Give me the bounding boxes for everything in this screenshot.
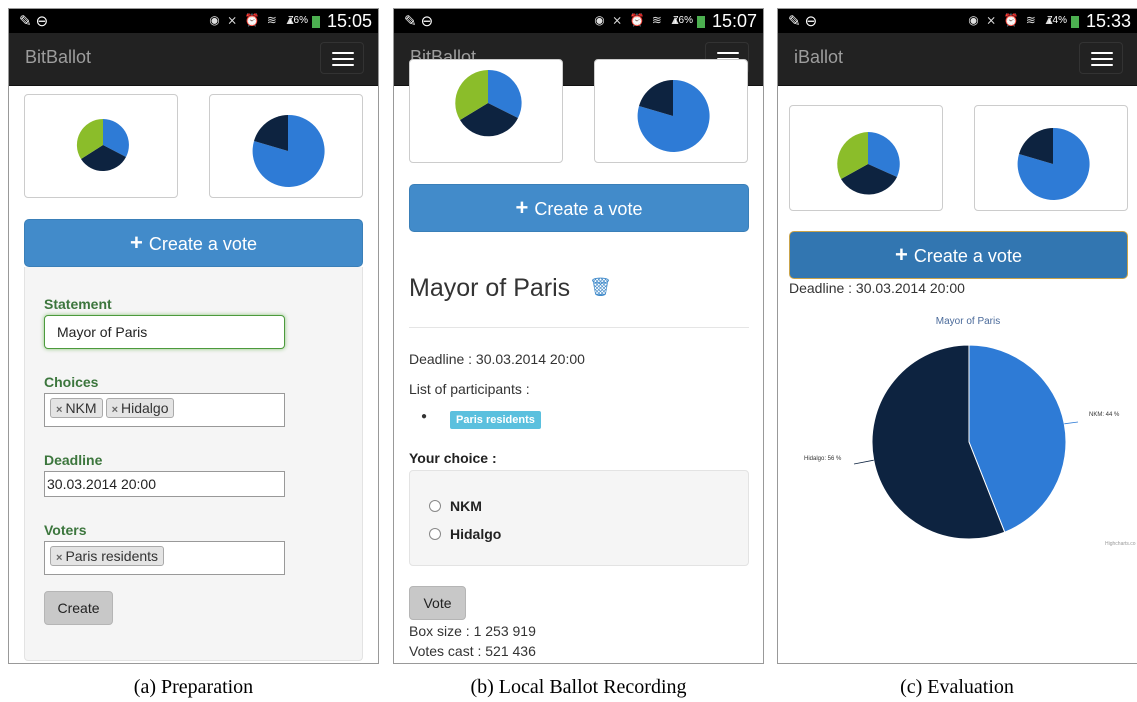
status-bar: ✎⊖ ◉ ⨯ ⏰ ≋ ▲ 74% 15:33 (778, 9, 1137, 33)
option-nkm-label[interactable]: NKM (450, 498, 482, 514)
create-button[interactable]: Create (44, 591, 113, 625)
chart-title: Mayor of Paris (935, 316, 1001, 327)
pencil-icon: ✎⊖ (404, 13, 438, 30)
battery-percent: 76% (287, 15, 308, 26)
status-icons: ◉ ⨯ ⏰ ≋ ▲ (968, 13, 1057, 27)
menu-icon[interactable] (320, 42, 364, 74)
choices-label: Choices (44, 374, 99, 390)
statement-input[interactable]: Mayor of Paris (44, 315, 285, 349)
choice-tag-nkm: × NKM (50, 398, 103, 418)
create-vote-button[interactable]: + Create a vote (789, 231, 1128, 279)
plus-icon: + (130, 230, 143, 255)
pie-chart (853, 344, 1079, 540)
chart-thumbnail-1[interactable] (24, 94, 178, 198)
navbar: BitBallot (9, 33, 378, 86)
chart-thumbnail-1[interactable] (409, 59, 563, 163)
screen-ballot-recording: ✎⊖ ◉ ⨯ ⏰ ≋ ▲ 76% 15:07 BitBallot + Create… (393, 8, 764, 664)
battery-percent: 74% (1046, 15, 1067, 26)
leader-line-nkm (1064, 421, 1079, 425)
status-time: 15:07 (711, 11, 757, 31)
divider (409, 327, 749, 328)
status-bar: ✎⊖ ◉ ⨯ ⏰ ≋ ▲ 76% 15:07 (394, 9, 763, 33)
battery-icon (1071, 16, 1079, 28)
deadline-label: Deadline (44, 452, 103, 468)
screen-evaluation: ✎⊖ ◉ ⨯ ⏰ ≋ ▲ 74% 15:33 iBallot + Create a… (777, 8, 1137, 664)
brand[interactable]: iBallot (794, 47, 843, 68)
vote-title: Mayor of Paris (409, 274, 571, 302)
voters-label: Voters (44, 522, 87, 538)
pie-thumbnail-2 (1017, 127, 1090, 200)
list-bullet: ● (421, 411, 428, 422)
plus-icon: + (895, 242, 908, 267)
screen-preparation: ✎⊖ ◉ ⨯ ⏰ ≋ ▲ 76% 15:05 BitBallot + Create… (8, 8, 379, 664)
voter-tag: × Paris residents (50, 546, 165, 566)
voters-input[interactable]: × Paris residents (44, 541, 285, 575)
close-icon[interactable]: × (56, 404, 62, 416)
caption-preparation: (a) Preparation (133, 676, 254, 698)
deadline-input[interactable]: 30.03.2014 20:00 (44, 471, 285, 497)
option-hidalgo-label[interactable]: Hidalgo (450, 526, 501, 542)
brand[interactable]: BitBallot (25, 47, 91, 68)
pencil-icon: ✎⊖ (788, 13, 822, 30)
participant-badge: Paris residents (450, 411, 541, 429)
close-icon[interactable]: × (56, 552, 62, 564)
vote-deadline: Deadline : 30.03.2014 20:00 (409, 351, 585, 367)
trash-icon[interactable]: 🗑 (589, 277, 612, 298)
your-choice-label: Your choice : (409, 450, 497, 466)
chart-thumbnail-1[interactable] (789, 105, 943, 211)
pie-thumbnail-1 (455, 69, 522, 137)
battery-icon (312, 16, 320, 28)
battery-icon (697, 16, 705, 28)
statement-label: Statement (44, 296, 112, 312)
data-label-hidalgo: Hidalgo: 56 % (804, 456, 842, 462)
choice-tag-hidalgo: × Hidalgo (105, 398, 175, 418)
status-icons: ◉ ⨯ ⏰ ≋ ▲ (209, 13, 298, 27)
pie-thumbnail-2 (252, 114, 325, 187)
status-icons: ◉ ⨯ ⏰ ≋ ▲ (594, 13, 683, 27)
status-bar: ✎⊖ ◉ ⨯ ⏰ ≋ ▲ 76% 15:05 (9, 9, 378, 33)
pie-thumbnail-1 (76, 118, 129, 172)
pie-thumbnail-2 (637, 79, 710, 152)
vote-button[interactable]: Vote (409, 586, 466, 620)
box-size: Box size : 1 253 919 (409, 623, 536, 639)
votes-cast: Votes cast : 521 436 (409, 643, 536, 659)
status-time: 15:05 (326, 11, 372, 31)
pencil-icon: ✎⊖ (19, 13, 53, 30)
participants-label: List of participants : (409, 381, 530, 397)
radio-nkm[interactable] (429, 500, 441, 512)
create-vote-button[interactable]: + Create a vote (24, 219, 363, 267)
evaluation-deadline: Deadline : 30.03.2014 20:00 (789, 280, 965, 296)
chart-credit[interactable]: Highcharts.co (1105, 541, 1136, 547)
chart-thumbnail-2[interactable] (974, 105, 1128, 211)
data-label-nkm: NKM: 44 % (1089, 412, 1120, 418)
menu-icon[interactable] (1079, 42, 1123, 74)
status-time: 15:33 (1085, 11, 1131, 31)
choices-input[interactable]: × NKM × Hidalgo (44, 393, 285, 427)
battery-percent: 76% (672, 15, 693, 26)
pie-thumbnail-1 (837, 132, 900, 195)
navbar: iBallot (778, 33, 1137, 86)
caption-evaluation: (c) Evaluation (900, 676, 1014, 698)
choice-panel (409, 470, 749, 566)
chart-thumbnail-2[interactable] (594, 59, 748, 163)
radio-hidalgo[interactable] (429, 528, 441, 540)
close-icon[interactable]: × (112, 404, 118, 416)
create-vote-button[interactable]: + Create a vote (409, 184, 749, 232)
chart-thumbnail-2[interactable] (209, 94, 363, 198)
caption-ballot-recording: (b) Local Ballot Recording (470, 676, 687, 698)
leader-line-hidalgo (853, 459, 874, 465)
plus-icon: + (515, 195, 529, 220)
